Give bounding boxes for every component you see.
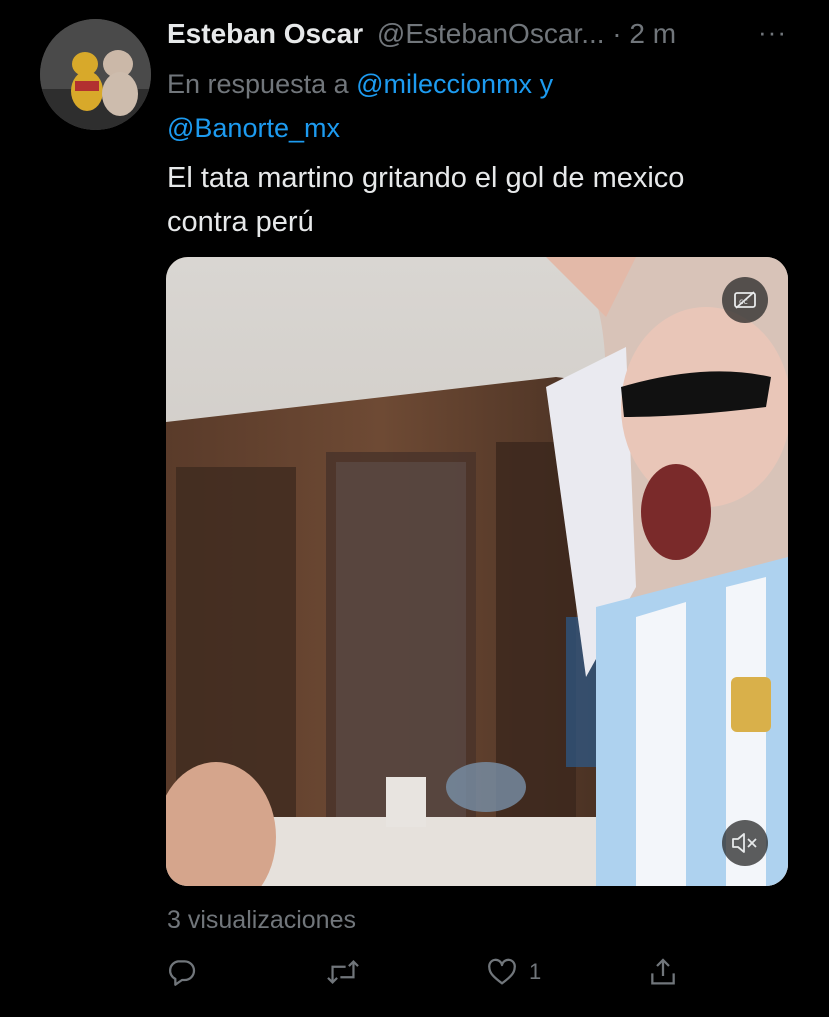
tweet-header: Esteban Oscar @EstebanOscar... · 2 m — [167, 16, 727, 52]
avatar[interactable] — [40, 19, 151, 130]
video-player[interactable]: cc — [166, 257, 788, 886]
video-frame — [166, 257, 788, 886]
mute-button[interactable] — [722, 820, 768, 866]
reply-icon — [169, 960, 196, 986]
more-icon[interactable]: ··· — [758, 19, 787, 45]
reply-joiner: y — [532, 69, 554, 99]
closed-captions-off-icon: cc — [734, 291, 756, 309]
tweet-text-line: El tata martino gritando el gol de mexic… — [167, 162, 685, 194]
reply-prefix: En respuesta a — [167, 69, 357, 99]
mention-link[interactable]: @Banorte_mx — [167, 113, 340, 143]
reply-context: En respuesta a @mileccionmx y @Banorte_m… — [167, 62, 767, 150]
mention-link[interactable]: @mileccionmx — [356, 69, 532, 99]
avatar-image — [40, 19, 151, 130]
tweet-text: El tata martino gritando el gol de mexic… — [167, 156, 787, 244]
like-count: 1 — [529, 959, 542, 984]
timestamp[interactable]: 2 m — [629, 18, 676, 49]
retweet-button[interactable] — [326, 950, 360, 994]
muted-speaker-icon — [732, 833, 757, 853]
display-name[interactable]: Esteban Oscar — [167, 18, 363, 49]
action-bar: 1 — [0, 950, 829, 994]
separator: · — [604, 18, 630, 49]
tweet[interactable]: Esteban Oscar @EstebanOscar... · 2 m ···… — [0, 0, 829, 1017]
share-button[interactable] — [647, 950, 679, 994]
handle[interactable]: @EstebanOscar... — [377, 18, 605, 49]
reply-button[interactable] — [166, 950, 198, 994]
tweet-text-line: contra perú — [167, 206, 314, 238]
captions-button[interactable]: cc — [722, 277, 768, 323]
view-count: 3 visualizaciones — [167, 906, 356, 934]
heart-icon — [488, 958, 516, 985]
like-button[interactable]: 1 — [485, 950, 541, 994]
share-icon — [651, 958, 675, 985]
retweet-icon — [327, 959, 359, 985]
